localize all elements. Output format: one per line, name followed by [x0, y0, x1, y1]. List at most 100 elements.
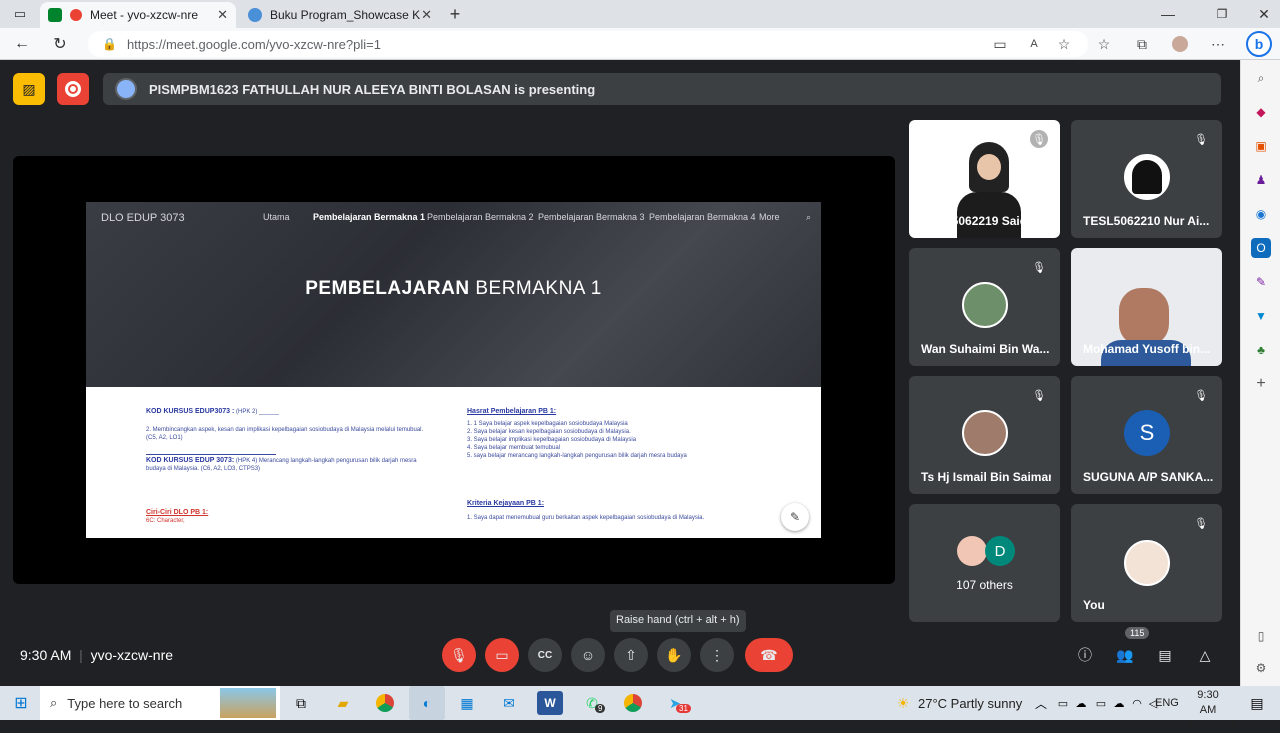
url-field[interactable]: 🔒 https://meet.google.com/yvo-xzcw-nre?p… — [88, 31, 1088, 57]
favorite-add-icon[interactable]: ☆ — [1054, 34, 1074, 54]
weather-icon[interactable]: ☀ — [890, 691, 916, 715]
minimize-icon[interactable]: — — [1156, 2, 1180, 26]
tab-meet[interactable]: Meet - yvo-xzcw-nre ✕ — [40, 2, 236, 28]
profile-icon[interactable] — [1170, 34, 1190, 54]
tab-actions-icon[interactable]: ▭ — [8, 2, 32, 26]
participant-avatar — [962, 282, 1008, 328]
participant-tile[interactable]: Mohamad Yusoff bin... — [1071, 248, 1222, 366]
right-heading: Hasrat Pembelajaran PB 1: — [467, 408, 557, 415]
tools-icon[interactable]: ▣ — [1251, 136, 1271, 156]
file-explorer-icon[interactable]: ▰ — [330, 691, 356, 715]
leave-call-button[interactable]: ☎ — [745, 638, 793, 672]
captions-icon: CC — [537, 649, 553, 661]
hand-icon: ✋ — [665, 646, 683, 663]
favorites-icon[interactable]: ☆ — [1094, 34, 1114, 54]
notifications-icon[interactable]: ▤ — [1244, 691, 1270, 715]
back-icon[interactable]: ← — [10, 32, 34, 56]
sidebar-toggle-icon[interactable]: ▯ — [1251, 626, 1271, 646]
left-heading-tag: (HPK 2) ______ — [235, 409, 280, 415]
participant-tile[interactable]: 🎙 TESL5062219 Saidat... — [909, 120, 1060, 238]
tab-buku-program[interactable]: Buku Program_Showcase KPPB D ✕ — [240, 2, 440, 28]
mail-icon[interactable]: ✉ — [496, 691, 522, 715]
taskbar-clock[interactable]: 9:30 AM 23/5/2023 — [1188, 688, 1237, 733]
participant-tile[interactable]: 🎙 Wan Suhaimi Bin Wa... — [909, 248, 1060, 366]
participant-tile[interactable]: 🎙 Ts Hj Ismail Bin Saiman — [909, 376, 1060, 494]
add-sidebar-icon[interactable]: + — [1251, 374, 1271, 394]
search-icon[interactable]: ⌕ — [1251, 68, 1271, 88]
new-tab-icon[interactable]: + — [443, 2, 467, 26]
participant-name: TESL5062219 Saidat... — [921, 214, 1048, 228]
chrome-icon[interactable] — [372, 691, 398, 715]
tab-bar: ▭ Meet - yvo-xzcw-nre ✕ Buku Program_Sho… — [0, 0, 1280, 28]
clock-time: 9:30 AM — [20, 647, 72, 663]
recording-button[interactable] — [57, 73, 89, 105]
edge-icon[interactable]: ◐ — [409, 686, 445, 720]
participant-tile[interactable]: S 🎙 SUGUNA A/P SANKA... — [1071, 376, 1222, 494]
present-icon: ⇧ — [625, 646, 637, 663]
raise-hand-tooltip: Raise hand (ctrl + alt + h) — [610, 610, 746, 632]
people-icon: 👥 — [1116, 646, 1134, 663]
activities-button[interactable]: △ — [1188, 638, 1222, 672]
mic-toggle-button[interactable]: 🎙 — [442, 638, 476, 672]
games-icon[interactable]: ♟ — [1251, 170, 1271, 190]
mic-off-icon: 🎙 — [1194, 389, 1208, 402]
right-heading2: Kriteria Kejayaan PB 1: — [467, 500, 545, 507]
search-icon: ⌕ — [50, 695, 58, 710]
raise-hand-button[interactable]: ✋ — [657, 638, 691, 672]
collections-icon[interactable]: ⧉ — [1132, 34, 1152, 54]
settings-gear-icon[interactable]: ⚙ — [1251, 658, 1271, 678]
chat-button[interactable]: ▤ — [1148, 638, 1182, 672]
close-tab-icon[interactable]: ✕ — [421, 7, 432, 23]
people-button[interactable]: 👥 — [1108, 638, 1142, 672]
microsoft365-icon[interactable]: ◉ — [1251, 204, 1271, 224]
mic-off-icon: 🎙 — [1194, 517, 1208, 530]
designer-icon[interactable]: ✎ — [1251, 272, 1271, 292]
close-window-icon[interactable]: ✕ — [1252, 2, 1276, 26]
reactions-button[interactable]: ☺ — [571, 638, 605, 672]
right-item: 5. saya belajar merancang langkah-langka… — [467, 453, 687, 459]
reload-icon[interactable]: ↻ — [48, 32, 72, 56]
camera-toggle-button[interactable]: ▭ — [485, 638, 519, 672]
taskbar-search[interactable]: ⌕ Type here to search — [40, 686, 280, 720]
bing-icon[interactable]: b — [1246, 31, 1272, 57]
participant-name: Wan Suhaimi Bin Wa... — [921, 342, 1050, 356]
weather-text[interactable]: 27°C Partly sunny — [918, 696, 1022, 711]
word-icon[interactable]: W — [537, 691, 563, 715]
more-options-button[interactable]: ⋮ — [700, 638, 734, 672]
left-text3: 6C: Character, — [146, 518, 185, 524]
search-highlight-image — [220, 688, 276, 718]
task-view-icon[interactable]: ⧉ — [288, 691, 314, 715]
store-icon[interactable]: ▦ — [454, 691, 480, 715]
more-options-icon[interactable]: ⋯ — [1208, 34, 1228, 54]
shopping-icon[interactable]: ◆ — [1251, 102, 1271, 122]
present-button[interactable]: ⇧ — [614, 638, 648, 672]
nav-pb2: Pembelajaran Bermakna 2 — [427, 212, 534, 222]
language-indicator[interactable]: ENG — [1155, 697, 1179, 709]
close-tab-icon[interactable]: ✕ — [217, 7, 228, 23]
self-tile[interactable]: 🎙 You — [1071, 504, 1222, 622]
drop-icon[interactable]: ▼ — [1251, 306, 1271, 326]
captions-button[interactable]: CC — [528, 638, 562, 672]
slide-left-column: KOD KURSUS EDUP3073 : (HPK 2) ______ 2. … — [146, 408, 436, 525]
windows-start-icon[interactable]: ⊞ — [8, 691, 34, 715]
presenting-banner: PISMPBM1623 FATHULLAH NUR ALEEYA BINTI B… — [103, 73, 1221, 105]
right-item: 1. 1 Saya belajar aspek kepelbagaian sos… — [467, 421, 628, 427]
taskbar-date: 23/5/2023 — [1188, 719, 1237, 731]
participant-tile[interactable]: 🎙 TESL5062210 Nur Ai... — [1071, 120, 1222, 238]
url-text: https://meet.google.com/yvo-xzcw-nre?pli… — [126, 36, 381, 52]
address-bar: ← ↻ 🔒 https://meet.google.com/yvo-xzcw-n… — [0, 28, 1280, 60]
meeting-info-button[interactable]: ⓘ — [1068, 638, 1102, 672]
slide-search-icon: ⌕ — [806, 212, 812, 222]
chrome-profile-icon[interactable] — [620, 691, 646, 715]
read-aloud-icon[interactable]: A — [1024, 34, 1044, 54]
others-tile[interactable]: D 107 others — [909, 504, 1060, 622]
camera-icon[interactable]: ▭ — [990, 34, 1010, 54]
edit-pencil-icon[interactable]: ✎ — [781, 503, 809, 531]
outlook-icon[interactable]: O — [1251, 238, 1271, 258]
more-vert-icon: ⋮ — [710, 646, 724, 663]
hero-bold: PEMBELAJARAN — [305, 278, 470, 299]
presenting-text: PISMPBM1623 FATHULLAH NUR ALEEYA BINTI B… — [149, 81, 596, 97]
maximize-icon[interactable]: ❐ — [1210, 2, 1234, 26]
stop-presenting-button[interactable]: ▨ — [13, 73, 45, 105]
tree-icon[interactable]: ♣ — [1251, 340, 1271, 360]
